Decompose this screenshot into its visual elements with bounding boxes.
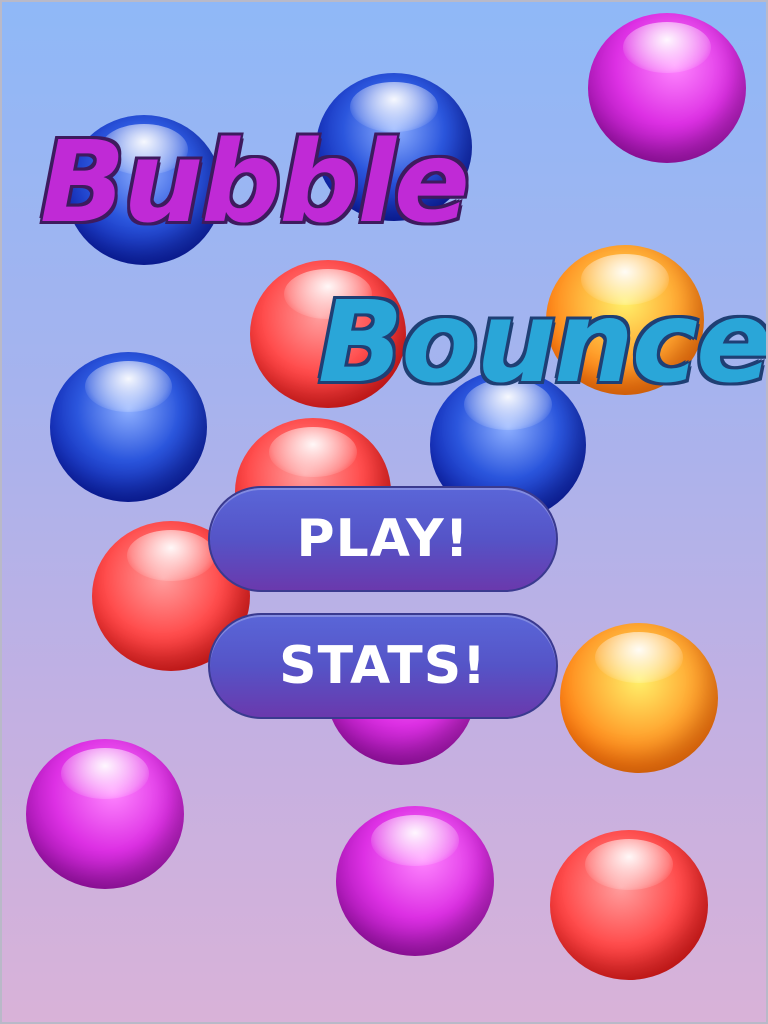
- bubble-purple: [336, 806, 494, 956]
- bubble-orange: [560, 623, 718, 773]
- stats-button[interactable]: STATS!: [208, 613, 558, 719]
- game-title-bubble: Bubble: [40, 118, 470, 248]
- bubble-purple: [26, 739, 184, 889]
- game-title-bounce: Bounce: [318, 278, 768, 408]
- play-button[interactable]: PLAY!: [208, 486, 558, 592]
- bubble-blue: [50, 352, 207, 502]
- bubble-purple: [588, 13, 746, 163]
- bubble-red: [550, 830, 708, 980]
